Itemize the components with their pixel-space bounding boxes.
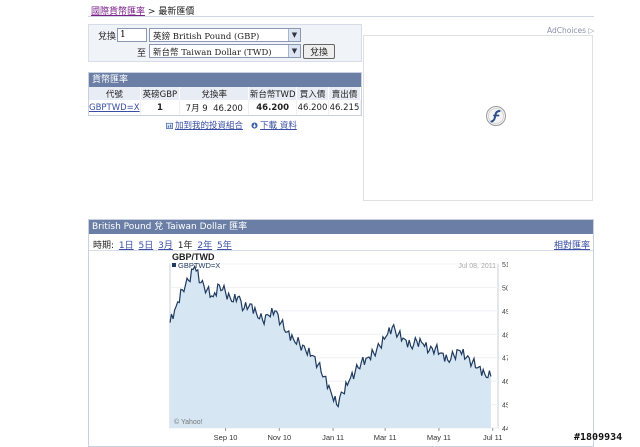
y-tick-label: 47 xyxy=(502,356,508,363)
download-data-link[interactable]: 下載 資料 xyxy=(260,121,297,131)
x-tick-label: Nov 10 xyxy=(267,433,291,442)
rates-box: 貨幣匯率 代號 英磅GBP 兌換率 新台幣TWD 買入價 賣出價 GBPTWD=… xyxy=(88,72,362,116)
y-tick-label: 51 xyxy=(502,262,508,269)
rates-header-row: 代號 英磅GBP 兌換率 新台幣TWD 買入價 賣出價 xyxy=(89,87,362,100)
x-axis-ticks: Sep 10 Nov 10 Jan 11 Mar 11 May 11 Jul 11 xyxy=(214,428,502,442)
rate-value: 46.200 xyxy=(213,103,243,114)
flash-plugin-icon[interactable] xyxy=(486,106,506,126)
table-row: GBPTWD=X 1 7月 9 46.200 46.200 46.200 46.… xyxy=(89,100,362,115)
y-tick-label: 48 xyxy=(502,332,508,339)
x-tick-label: Sep 10 xyxy=(214,433,238,442)
ad-choices-label[interactable]: AdChoices ▷ xyxy=(547,26,594,35)
symbol-link-text[interactable]: GBPTWD=X xyxy=(89,103,140,113)
x-tick-label: Mar 11 xyxy=(374,433,397,442)
symbol-link[interactable]: GBPTWD=X xyxy=(89,100,141,115)
y-tick-label: 44 xyxy=(502,426,508,433)
ask-value: 46.215 xyxy=(328,100,362,115)
x-tick-label: Jul 11 xyxy=(483,433,502,442)
col-bid: 買入價 xyxy=(296,87,329,100)
y-axis-ticks: 44 45 46 47 48 49 50 51 xyxy=(502,262,508,433)
y-tick-label: 45 xyxy=(502,403,508,410)
rates-title: 貨幣匯率 xyxy=(89,73,361,87)
from-currency-select[interactable]: 英鎊 British Pound (GBP) ▼ xyxy=(149,28,301,42)
chart-panel-title: British Pound 兌 Taiwan Dollar 匯率 xyxy=(89,220,593,234)
twd-value: 46.200 xyxy=(248,100,298,115)
chart-date: Jul 08, 2011 xyxy=(458,263,496,270)
y-tick-label: 46 xyxy=(502,379,508,386)
watermark: #1809934 xyxy=(574,432,623,443)
rates-table: 代號 英磅GBP 兌換率 新台幣TWD 買入價 賣出價 GBPTWD=X 1 7… xyxy=(89,87,362,115)
from-currency-value: 英鎊 British Pound (GBP) xyxy=(153,32,260,42)
amount-label: 兌換 xyxy=(98,32,117,42)
currency-converter: 兌換 英鎊 British Pound (GBP) ▼ 至 新台幣 Taiwan… xyxy=(88,24,362,62)
gbp-value: 1 xyxy=(140,100,181,115)
portfolio-icon xyxy=(166,122,173,129)
col-twd: 新台幣TWD xyxy=(248,87,298,100)
rate-time: 7月 9 xyxy=(185,103,208,114)
x-tick-label: May 11 xyxy=(427,433,451,442)
col-rate: 兌換率 xyxy=(179,87,250,100)
rate-cell: 7月 9 46.200 xyxy=(179,100,250,115)
to-label: 至 xyxy=(137,49,147,59)
x-tick-label: Jan 11 xyxy=(322,433,344,442)
yahoo-credit: © Yahoo! xyxy=(174,418,203,426)
to-currency-value: 新台幣 Taiwan Dollar (TWD) xyxy=(153,48,272,58)
ad-choices-text: AdChoices xyxy=(547,26,587,35)
y-tick-label: 49 xyxy=(502,309,508,316)
rate-links: 加到我的投資組合 下載 資料 xyxy=(166,119,297,131)
legend-label: GBPTWD=X xyxy=(178,261,220,270)
ad-choices-icon: ▷ xyxy=(588,26,595,35)
amount-input[interactable] xyxy=(117,28,147,42)
to-currency-select[interactable]: 新台幣 Taiwan Dollar (TWD) ▼ xyxy=(149,44,301,58)
col-ask: 賣出價 xyxy=(328,87,362,100)
add-to-portfolio-link[interactable]: 加到我的投資組合 xyxy=(175,121,243,131)
ad-banner[interactable] xyxy=(363,35,593,201)
chevron-down-icon: ▼ xyxy=(288,29,300,41)
download-icon xyxy=(251,122,258,129)
rate-chart: 44 45 46 47 48 49 50 51 Sep 10 Nov 10 Jan 11 Mar 1… xyxy=(169,252,508,442)
col-symbol: 代號 xyxy=(89,87,141,100)
convert-button[interactable]: 兌換 xyxy=(303,44,335,59)
top-divider xyxy=(88,16,594,17)
legend-swatch xyxy=(172,263,176,267)
y-tick-label: 50 xyxy=(502,285,508,292)
col-gbp: 英磅GBP xyxy=(140,87,181,100)
bid-value: 46.200 xyxy=(296,100,329,115)
chevron-down-icon: ▼ xyxy=(288,45,300,57)
